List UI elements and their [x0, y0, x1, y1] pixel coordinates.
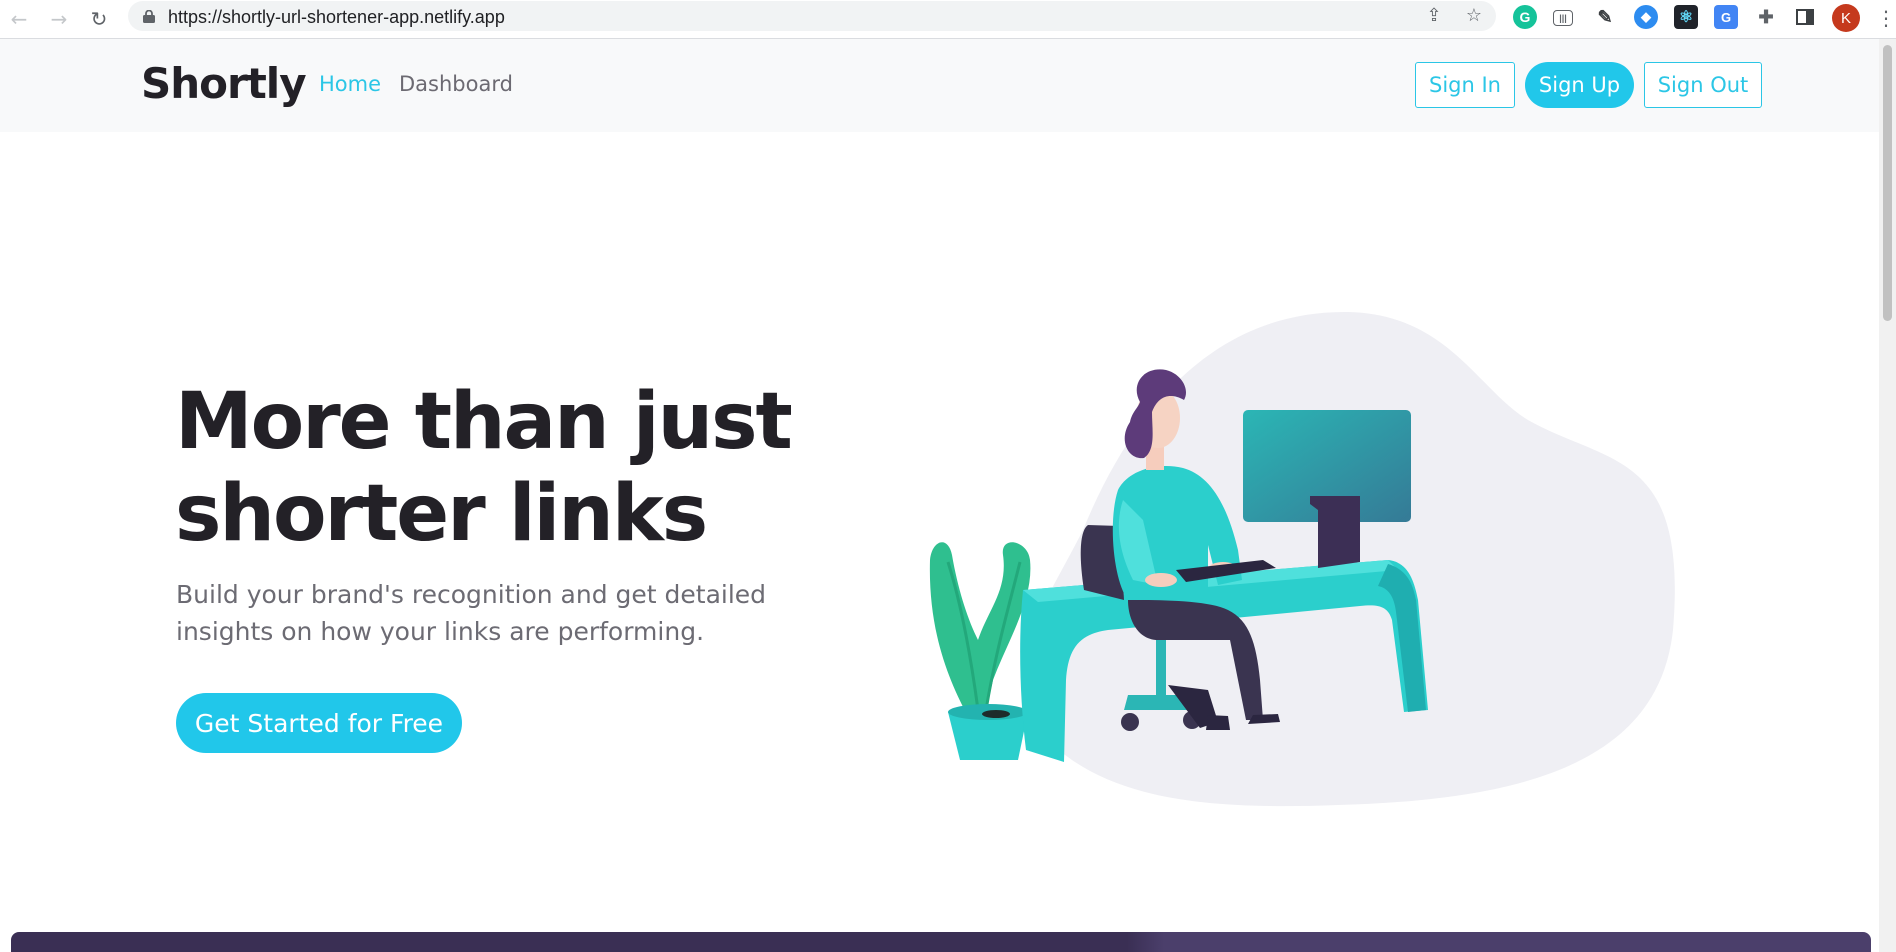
back-arrow-icon[interactable]: ← [6, 6, 32, 32]
plant [929, 542, 1031, 760]
lock-icon [143, 10, 155, 23]
url-text: https://shortly-url-shortener-app.netlif… [168, 7, 505, 27]
nav-dashboard-link[interactable]: Dashboard [399, 72, 513, 96]
bookmark-star-icon[interactable]: ☆ [1463, 5, 1485, 27]
site-header: Shortly Home Dashboard Sign In Sign Up S… [0, 39, 1879, 132]
react-devtools-icon[interactable]: ⚛ [1674, 5, 1698, 29]
sign-out-button[interactable]: Sign Out [1644, 62, 1762, 108]
hero-subtitle: Build your brand's recognition and get d… [176, 576, 816, 650]
metamask-icon[interactable]: ◆ [1634, 5, 1658, 29]
hero-subtitle-line-2: insights on how your links are performin… [176, 617, 705, 646]
google-translate-icon[interactable]: G [1714, 5, 1738, 29]
logo[interactable]: Shortly [141, 59, 307, 108]
share-icon[interactable]: ⇪ [1423, 5, 1445, 27]
page-scrollbar[interactable] [1879, 39, 1896, 952]
bottom-section-band [11, 932, 1871, 952]
barcode-icon[interactable]: ||| [1553, 10, 1573, 26]
puzzle-icon[interactable]: ✚ [1754, 5, 1778, 29]
scrollbar-thumb[interactable] [1883, 45, 1892, 321]
hero-title-line-2: shorter links [175, 469, 708, 559]
forward-arrow-icon[interactable]: → [46, 6, 72, 32]
address-bar[interactable]: https://shortly-url-shortener-app.netlif… [128, 1, 1496, 31]
profile-avatar[interactable]: K [1832, 4, 1860, 32]
color-picker-icon[interactable]: ✎ [1593, 5, 1617, 29]
grammarly-icon[interactable]: G [1513, 5, 1537, 29]
get-started-button[interactable]: Get Started for Free [176, 693, 462, 753]
sign-up-button[interactable]: Sign Up [1525, 62, 1634, 108]
browser-toolbar: ← → ↻ https://shortly-url-shortener-app.… [0, 0, 1896, 39]
sidebar-icon[interactable] [1793, 5, 1817, 29]
menu-kebab-icon[interactable]: ⋮ [1876, 6, 1896, 30]
reload-icon[interactable]: ↻ [86, 6, 112, 32]
nav-home-link[interactable]: Home [319, 72, 381, 96]
hero-title-line-1: More than just [175, 377, 793, 467]
hero-title: More than just shorter links [175, 376, 935, 560]
sign-in-button[interactable]: Sign In [1415, 62, 1515, 108]
hero-subtitle-line-1: Build your brand's recognition and get d… [176, 580, 767, 609]
working-person-illustration [929, 311, 1675, 807]
